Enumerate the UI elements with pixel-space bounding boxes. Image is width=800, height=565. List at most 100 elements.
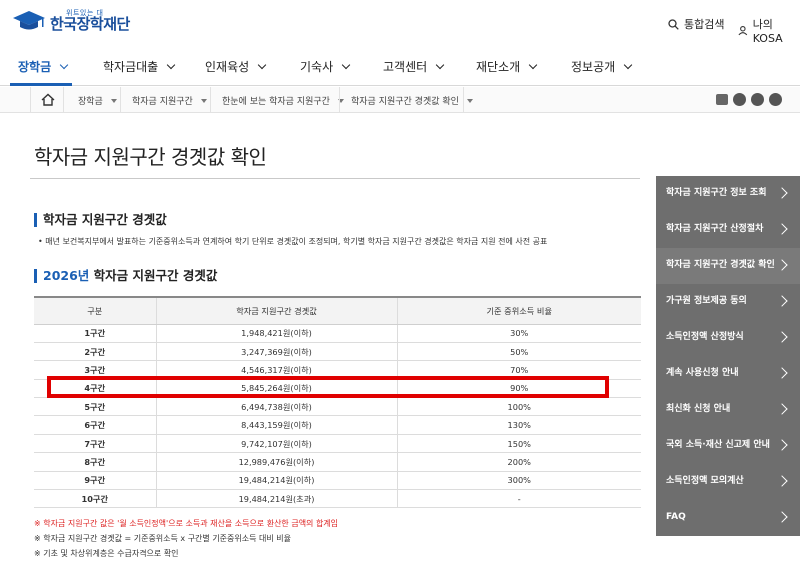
gnb-item-scholarship[interactable]: 장학금 (18, 58, 69, 75)
chevron-right-icon (776, 367, 788, 379)
gnb-item-talent[interactable]: 인재육성 (205, 58, 267, 75)
note-line: ※ 학자금 지원구간 경곗값 = 기준중위소득 x 구간별 기준중위소득 대비 … (34, 534, 292, 543)
chevron-right-icon (776, 331, 788, 343)
gnb-item-student-loan[interactable]: 학자금대출 (103, 58, 176, 75)
side-menu-label: 가구원 정보제공 동의 (666, 296, 747, 306)
gnb-label: 재단소개 (476, 60, 521, 74)
side-menu-item[interactable]: 학자금 지원구간 산정절차 (656, 212, 800, 248)
ratio-cell: 100% (396, 397, 641, 417)
logo[interactable]: 위트있는 대 한국장학재단 (12, 9, 130, 33)
table-row: 9구간 19,484,214원(이하) 300% (34, 471, 641, 491)
column-header: 구분 (34, 296, 156, 325)
side-menu-label: 학자금 지원구간 경곗값 확인 (666, 260, 775, 270)
side-menu: 학자금 지원구간 정보 조회학자금 지원구간 산정절차학자금 지원구간 경곗값 … (656, 176, 800, 536)
active-tab-indicator (10, 83, 72, 86)
chevron-down-icon (166, 60, 176, 70)
my-kosaf-link[interactable]: 나의 KOSA (738, 16, 800, 45)
table-row: 1구간 1,948,421원(이하) 30% (34, 324, 641, 343)
gnb-item-foundation[interactable]: 재단소개 (476, 58, 538, 75)
side-menu-label: 학자금 지원구간 정보 조회 (666, 188, 767, 198)
threshold-cell: 19,484,214원(이하) (155, 471, 397, 491)
top-header: 위트있는 대 한국장학재단 통합검색 나의 KOSA (0, 0, 800, 45)
ratio-cell: 130% (396, 415, 641, 435)
threshold-cell: 19,484,214원(초과) (155, 489, 397, 509)
my-label: 나의 KOSA (752, 18, 783, 45)
side-menu-item[interactable]: 국외 소득·재산 신고제 안내 (656, 428, 800, 464)
breadcrumb-label: 학자금 지원구간 (132, 97, 193, 107)
side-menu-label: 계속 사용신청 안내 (666, 368, 739, 378)
breadcrumb-label: 장학금 (78, 97, 103, 107)
breadcrumb-item[interactable]: 한눈에 보는 학자금 지원구간 (222, 94, 344, 107)
gnb-label: 기숙사 (300, 60, 334, 74)
band-cell: 5구간 (34, 397, 156, 417)
breadcrumb-item-current[interactable]: 학자금 지원구간 경곗값 확인 (351, 94, 473, 107)
column-header: 기준 중위소득 비율 (396, 296, 641, 325)
column-header: 학자금 지원구간 경곗값 (155, 296, 397, 325)
chevron-down-icon (341, 60, 351, 70)
section-heading: 학자금 지원구간 경곗값 (34, 213, 167, 227)
table-row: 2구간 3,247,369원(이하) 50% (34, 342, 641, 362)
threshold-cell: 8,443,159원(이하) (155, 415, 397, 435)
caret-down-icon (110, 99, 117, 103)
side-menu-item[interactable]: 학자금 지원구간 정보 조회 (656, 176, 800, 212)
table-row: 7구간 9,742,107원(이하) 150% (34, 434, 641, 454)
ratio-cell: 300% (396, 471, 641, 491)
integrated-search-link[interactable]: 통합검색 (668, 16, 724, 32)
chevron-right-icon (776, 511, 788, 523)
gnb-item-customer-center[interactable]: 고객센터 (383, 58, 445, 75)
gnb-item-dormitory[interactable]: 기숙사 (300, 58, 351, 75)
side-menu-item[interactable]: 소득인정액 산정방식 (656, 320, 800, 356)
section-heading-year: 2026년 학자금 지원구간 경곗값 (34, 269, 217, 283)
breadcrumb-divider (339, 87, 340, 113)
logo-title: 한국장학재단 (50, 15, 130, 33)
breadcrumb-divider (210, 87, 211, 113)
threshold-cell: 1,948,421원(이하) (155, 324, 397, 343)
gnb-label: 장학금 (18, 60, 52, 74)
share-toolbar (716, 93, 782, 106)
side-menu-item[interactable]: 계속 사용신청 안내 (656, 356, 800, 392)
threshold-cell: 12,989,476원(이하) (155, 452, 397, 472)
gnb-label: 인재육성 (205, 60, 250, 74)
ratio-cell: 200% (396, 452, 641, 472)
table-row: 8구간 12,989,476원(이하) 200% (34, 452, 641, 472)
title-divider (30, 178, 640, 179)
chevron-right-icon (776, 439, 788, 451)
side-menu-item[interactable]: FAQ (656, 500, 800, 536)
facebook-icon[interactable] (733, 93, 746, 106)
threshold-cell: 9,742,107원(이하) (155, 434, 397, 454)
section-description: • 매년 보건복지부에서 발표하는 기준중위소득과 연계하여 학기 단위로 경곗… (38, 237, 548, 246)
blog-icon[interactable] (769, 93, 782, 106)
search-icon (668, 18, 679, 30)
breadcrumb-label: 학자금 지원구간 경곗값 확인 (351, 97, 459, 107)
threshold-cell: 6,494,738원(이하) (155, 397, 397, 417)
band-cell: 1구간 (34, 324, 156, 343)
table-row: 5구간 6,494,738원(이하) 100% (34, 397, 641, 417)
chevron-down-icon (257, 60, 267, 70)
notes: ※ 학자금 지원구간 값은 '월 소득인정액'으로 소득과 재산을 소득으로 환… (34, 516, 338, 561)
gnb-label: 학자금대출 (103, 60, 159, 74)
threshold-cell: 3,247,369원(이하) (155, 342, 397, 362)
home-button[interactable] (30, 87, 64, 113)
chevron-right-icon (776, 187, 788, 199)
search-label: 통합검색 (684, 18, 725, 31)
side-menu-item[interactable]: 가구원 정보제공 동의 (656, 284, 800, 320)
side-menu-label: FAQ (666, 512, 686, 522)
side-menu-item[interactable]: 학자금 지원구간 경곗값 확인 (656, 248, 800, 284)
print-icon[interactable] (716, 94, 728, 105)
note-line: ※ 학자금 지원구간 값은 '월 소득인정액'으로 소득과 재산을 소득으로 환… (34, 519, 339, 528)
table-row: 6구간 8,443,159원(이하) 130% (34, 415, 641, 435)
band-cell: 6구간 (34, 415, 156, 435)
band-cell: 2구간 (34, 342, 156, 362)
gnb-item-disclosure[interactable]: 정보공개 (571, 58, 633, 75)
ratio-cell: 50% (396, 342, 641, 362)
breadcrumb-divider (120, 87, 121, 113)
side-menu-item[interactable]: 소득인정액 모의계산 (656, 464, 800, 500)
side-menu-item[interactable]: 최신화 신청 안내 (656, 392, 800, 428)
breadcrumb-item[interactable]: 학자금 지원구간 (132, 94, 207, 107)
highlight-box (47, 376, 609, 398)
side-menu-label: 소득인정액 모의계산 (666, 476, 744, 486)
chevron-down-icon (435, 60, 445, 70)
x-icon[interactable] (751, 93, 764, 106)
breadcrumb-item[interactable]: 장학금 (78, 94, 117, 107)
breadcrumb-label: 한눈에 보는 학자금 지원구간 (222, 97, 330, 107)
